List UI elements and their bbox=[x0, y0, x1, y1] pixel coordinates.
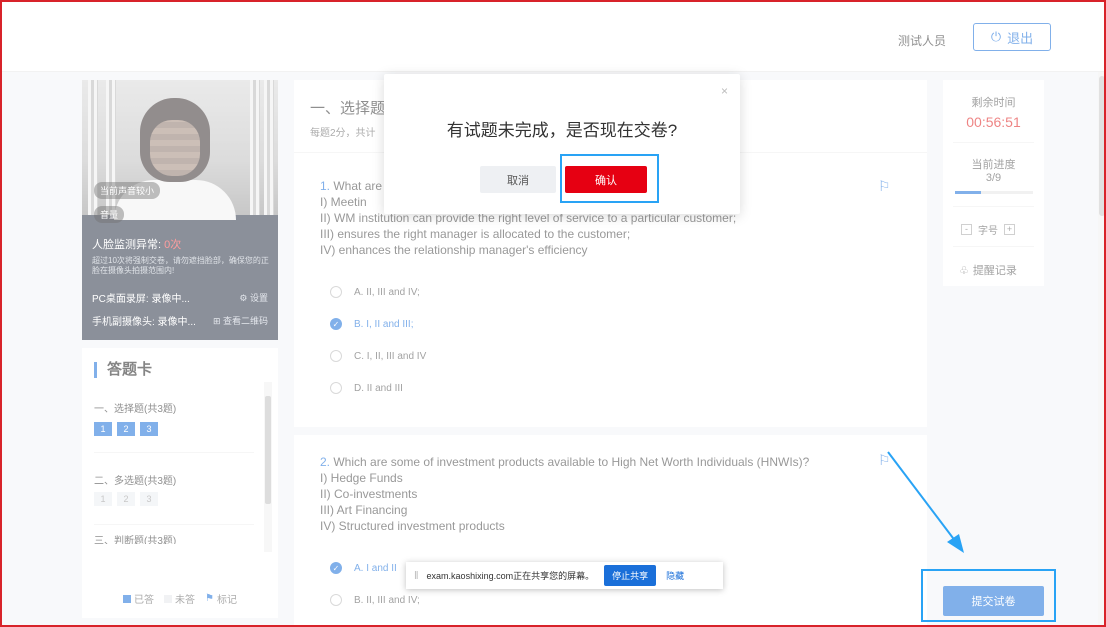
share-message: exam.kaoshixing.com正在共享您的屏幕。 bbox=[426, 571, 595, 581]
exam-page: 测试人员 ⏻ 退出 当前声音较小 音量 人脸监测异常: 0次 超过10次将强制交… bbox=[0, 0, 1106, 627]
hide-share-bar-button[interactable]: 隐藏 bbox=[666, 569, 684, 582]
highlight-frame-submit bbox=[921, 569, 1056, 622]
drag-handle-icon[interactable]: ‖ bbox=[414, 570, 419, 582]
highlight-frame-confirm bbox=[560, 154, 659, 203]
dialog-message: 有试题未完成，是否现在交卷? bbox=[446, 121, 678, 140]
cancel-button[interactable]: 取消 bbox=[480, 166, 556, 193]
screen-share-bar: ‖ exam.kaoshixing.com正在共享您的屏幕。 停止共享 隐藏 bbox=[406, 562, 723, 589]
close-icon[interactable]: × bbox=[721, 84, 728, 98]
stop-sharing-button[interactable]: 停止共享 bbox=[604, 565, 657, 586]
